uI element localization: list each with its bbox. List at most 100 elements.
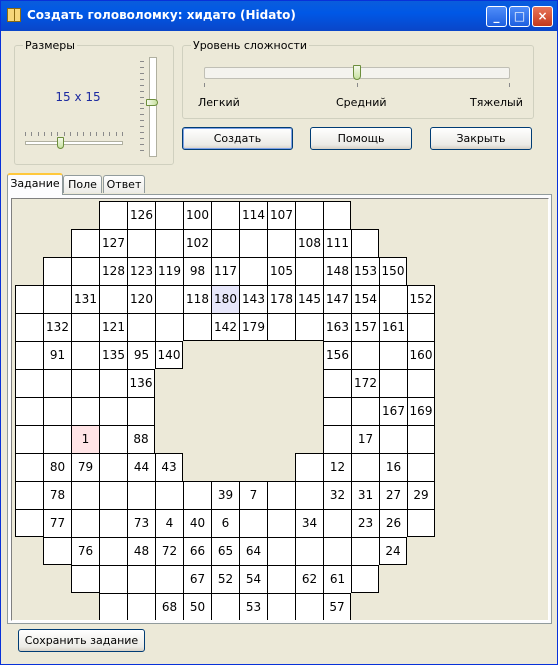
grid-cell[interactable]: 111	[323, 229, 351, 257]
grid-cell[interactable]	[127, 229, 155, 257]
grid-cell[interactable]	[155, 285, 183, 313]
grid-cell[interactable]	[127, 313, 155, 341]
grid-cell[interactable]	[15, 509, 43, 537]
grid-cell[interactable]: 23	[351, 509, 379, 537]
difficulty-slider-thumb[interactable]	[353, 65, 361, 80]
grid-cell[interactable]: 131	[71, 285, 99, 313]
grid-cell[interactable]	[351, 537, 379, 565]
grid-cell[interactable]	[351, 397, 379, 425]
grid-cell[interactable]	[267, 509, 295, 537]
grid-cell[interactable]: 118	[183, 285, 211, 313]
grid-cell[interactable]: 79	[71, 453, 99, 481]
grid-cell[interactable]: 78	[43, 481, 71, 509]
grid-cell[interactable]: 88	[127, 425, 155, 453]
grid-cell[interactable]	[267, 593, 295, 620]
grid-cell[interactable]	[127, 593, 155, 620]
grid-cell[interactable]: 167	[379, 397, 407, 425]
grid-cell[interactable]	[71, 341, 99, 369]
grid-cell[interactable]	[71, 509, 99, 537]
grid-cell[interactable]: 123	[127, 257, 155, 285]
grid-cell[interactable]	[99, 285, 127, 313]
grid-cell[interactable]	[239, 229, 267, 257]
grid-cell[interactable]	[211, 201, 239, 229]
grid-cell[interactable]	[99, 369, 127, 397]
grid-cell[interactable]: 54	[239, 565, 267, 593]
grid-cell[interactable]	[267, 229, 295, 257]
grid-cell[interactable]	[323, 509, 351, 537]
grid-cell[interactable]: 120	[127, 285, 155, 313]
grid-cell[interactable]	[379, 425, 407, 453]
grid-cell[interactable]	[351, 565, 379, 593]
grid-cell[interactable]	[323, 537, 351, 565]
create-button[interactable]: Создать	[182, 127, 293, 150]
grid-cell[interactable]	[295, 537, 323, 565]
grid-cell[interactable]	[127, 481, 155, 509]
grid-cell[interactable]: 119	[155, 257, 183, 285]
grid-cell[interactable]	[99, 425, 127, 453]
grid-cell[interactable]: 73	[127, 509, 155, 537]
grid-cell[interactable]	[239, 509, 267, 537]
grid-cell[interactable]: 121	[99, 313, 127, 341]
help-button[interactable]: Помощь	[310, 127, 412, 150]
grid-cell[interactable]	[239, 257, 267, 285]
grid-cell[interactable]: 100	[183, 201, 211, 229]
grid-cell[interactable]: 169	[407, 397, 435, 425]
grid-cell[interactable]	[295, 201, 323, 229]
grid-cell[interactable]	[323, 397, 351, 425]
grid-cell[interactable]	[99, 201, 127, 229]
grid-cell[interactable]: 4	[155, 509, 183, 537]
grid-cell[interactable]	[71, 565, 99, 593]
grid-cell[interactable]: 172	[351, 369, 379, 397]
grid-cell[interactable]: 34	[295, 509, 323, 537]
grid-cell[interactable]: 32	[323, 481, 351, 509]
grid-cell[interactable]	[71, 257, 99, 285]
size-horizontal-slider[interactable]	[25, 141, 123, 145]
grid-cell[interactable]: 66	[183, 537, 211, 565]
grid-cell[interactable]	[99, 537, 127, 565]
grid-cell[interactable]: 150	[379, 257, 407, 285]
grid-cell[interactable]	[351, 453, 379, 481]
grid-cell[interactable]	[43, 369, 71, 397]
grid-cell[interactable]: 152	[407, 285, 435, 313]
title-bar[interactable]: Создать головоломку: хидато (Hidato) _ □…	[1, 1, 557, 31]
grid-cell[interactable]: 31	[351, 481, 379, 509]
grid-cell[interactable]: 61	[323, 565, 351, 593]
grid-cell[interactable]: 6	[211, 509, 239, 537]
grid-cell[interactable]	[379, 369, 407, 397]
grid-cell[interactable]	[407, 453, 435, 481]
grid-cell[interactable]: 29	[407, 481, 435, 509]
grid-cell[interactable]	[379, 285, 407, 313]
grid-cell[interactable]	[99, 453, 127, 481]
grid-cell[interactable]	[183, 313, 211, 341]
grid-cell[interactable]	[99, 593, 127, 620]
grid-cell[interactable]	[407, 313, 435, 341]
grid-cell[interactable]: 163	[323, 313, 351, 341]
grid-cell[interactable]: 126	[127, 201, 155, 229]
grid-cell[interactable]	[43, 285, 71, 313]
grid-cell[interactable]: 180	[211, 285, 239, 313]
grid-cell[interactable]	[267, 565, 295, 593]
grid-cell[interactable]	[155, 481, 183, 509]
grid-cell[interactable]	[127, 565, 155, 593]
grid-cell[interactable]: 140	[155, 341, 183, 369]
grid-cell[interactable]	[15, 453, 43, 481]
grid-cell[interactable]: 108	[295, 229, 323, 257]
grid-cell[interactable]: 67	[183, 565, 211, 593]
grid-cell[interactable]: 157	[351, 313, 379, 341]
grid-cell[interactable]: 142	[211, 313, 239, 341]
tab-task[interactable]: Задание	[7, 173, 63, 195]
grid-cell[interactable]: 48	[127, 537, 155, 565]
grid-cell[interactable]	[407, 369, 435, 397]
grid-cell[interactable]: 76	[71, 537, 99, 565]
grid-cell[interactable]	[183, 481, 211, 509]
grid-cell[interactable]: 62	[295, 565, 323, 593]
grid-cell[interactable]	[71, 481, 99, 509]
grid-cell[interactable]: 160	[407, 341, 435, 369]
puzzle-grid[interactable]: 126 100 114 107 127 102 108 111 128 123 119 98 117 10…	[11, 198, 549, 621]
grid-cell[interactable]	[155, 565, 183, 593]
grid-cell[interactable]: 53	[239, 593, 267, 620]
grid-cell[interactable]: 145	[295, 285, 323, 313]
grid-cell[interactable]	[267, 481, 295, 509]
grid-cell[interactable]: 135	[99, 341, 127, 369]
grid-cell[interactable]	[295, 481, 323, 509]
